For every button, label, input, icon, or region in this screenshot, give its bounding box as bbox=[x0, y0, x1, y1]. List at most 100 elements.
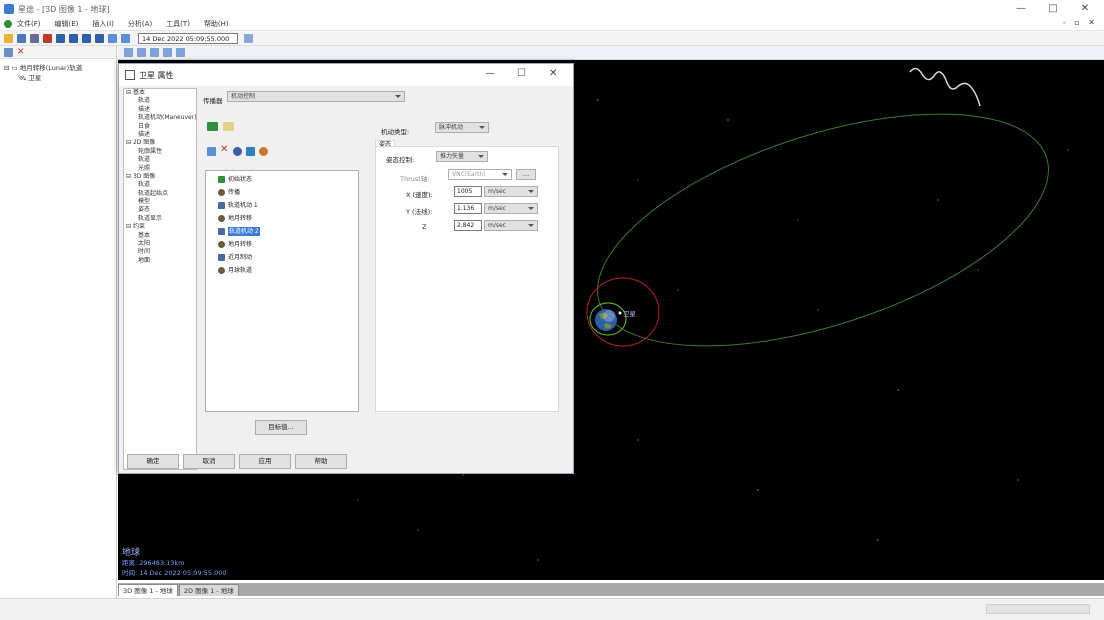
list-item[interactable]: 近月制动 bbox=[218, 253, 252, 262]
segment-options-icon[interactable] bbox=[259, 147, 268, 156]
dialog-minimize-button[interactable]: — bbox=[485, 68, 495, 79]
tree-node[interactable]: 日食 bbox=[124, 123, 196, 131]
maneuver-type-label: 机动类型: bbox=[381, 128, 410, 136]
tree-node[interactable]: ⊟ 基本 bbox=[124, 89, 196, 97]
insert-object-icon[interactable] bbox=[30, 33, 39, 43]
speed-up-icon[interactable] bbox=[121, 33, 130, 43]
orientation-icon[interactable] bbox=[150, 48, 159, 57]
list-item[interactable]: 初始状态 bbox=[218, 175, 252, 184]
tree-node[interactable]: 地面 bbox=[124, 257, 196, 265]
tree-node[interactable]: 轨道 bbox=[124, 181, 196, 189]
step-forward-icon[interactable] bbox=[95, 33, 104, 43]
x-velocity-field[interactable]: 1005 bbox=[454, 186, 482, 197]
new-icon[interactable] bbox=[4, 33, 13, 43]
ok-button[interactable]: 确定 bbox=[127, 454, 179, 469]
tree-node[interactable]: 轨道机动(Maneuver) bbox=[124, 114, 197, 122]
tree-node[interactable]: ⊟ 2D 图像 bbox=[124, 139, 196, 147]
propagator-select[interactable]: 机动控制 bbox=[227, 91, 405, 102]
tree-node[interactable]: 基本 bbox=[124, 232, 196, 240]
list-item[interactable]: 轨道机动 2 bbox=[218, 227, 260, 236]
tree-node[interactable]: 轨道显示 bbox=[124, 215, 196, 223]
list-item[interactable]: 轨道机动 1 bbox=[218, 201, 258, 210]
thrust-axes-select[interactable]: VNC(Earth) bbox=[448, 169, 512, 180]
help-button[interactable]: 帮助 bbox=[295, 454, 347, 469]
pan-icon[interactable] bbox=[163, 48, 172, 57]
z-unit-select[interactable]: m/sec bbox=[484, 220, 538, 231]
tree-node[interactable]: 时间 bbox=[124, 248, 196, 256]
browser-toolbar: ✕ bbox=[0, 46, 116, 59]
tree-node[interactable]: 模型 bbox=[124, 198, 196, 206]
maximize-button[interactable]: □ bbox=[1038, 2, 1068, 16]
z-field[interactable]: 2.842 bbox=[454, 220, 482, 231]
earth-highlight bbox=[603, 310, 615, 322]
menu-tools[interactable]: 工具(T) bbox=[166, 19, 190, 29]
minimize-button[interactable]: — bbox=[1006, 2, 1036, 16]
time-settings-icon[interactable] bbox=[244, 33, 253, 43]
animation-time-field[interactable]: 14 Dec 2022 05:09:55.000 bbox=[138, 32, 238, 44]
initial-state-icon bbox=[218, 176, 225, 183]
tree-node[interactable]: 太阳 bbox=[124, 240, 196, 248]
satellite-marker[interactable] bbox=[618, 311, 622, 315]
tree-node[interactable]: 光照 bbox=[124, 165, 196, 173]
play-icon[interactable] bbox=[82, 33, 91, 43]
maneuver-type-select[interactable]: 脉冲机动 bbox=[435, 122, 489, 133]
list-item[interactable]: 地月转移 bbox=[218, 240, 252, 249]
mdi-window-controls[interactable]: - ▫ ✕ bbox=[1063, 18, 1098, 27]
menu-edit[interactable]: 编辑(E) bbox=[55, 19, 79, 29]
summary-icon[interactable] bbox=[223, 122, 234, 131]
select-icon[interactable] bbox=[176, 48, 185, 57]
list-item[interactable]: 传播 bbox=[218, 188, 240, 197]
tree-satellite[interactable]: 🛰 卫星 bbox=[0, 73, 116, 83]
app-icon bbox=[4, 4, 14, 14]
tree-node[interactable]: 描述 bbox=[124, 106, 196, 114]
thrust-axes-browse-button[interactable]: … bbox=[516, 169, 536, 180]
run-icon[interactable] bbox=[207, 122, 218, 131]
step-back-icon[interactable] bbox=[56, 33, 65, 43]
menu-help[interactable]: 帮助(H) bbox=[204, 19, 229, 29]
tree-scenario[interactable]: ⊟ ▭ 地月转移(Lunar)轨道 bbox=[0, 63, 116, 73]
attitude-control-label: 姿态控制: bbox=[386, 156, 415, 164]
reset-icon[interactable] bbox=[43, 33, 52, 43]
maneuver-icon bbox=[218, 228, 225, 235]
menu-insert[interactable]: 插入(I) bbox=[92, 19, 114, 29]
save-icon[interactable] bbox=[17, 33, 26, 43]
properties-icon[interactable] bbox=[4, 47, 13, 57]
view-toolbar bbox=[118, 46, 1104, 60]
slow-down-icon[interactable] bbox=[108, 33, 117, 43]
dialog-maximize-button[interactable]: ☐ bbox=[517, 68, 526, 79]
zoom-icon[interactable] bbox=[137, 48, 146, 57]
tab-2d-view[interactable]: 2D 图像 1 - 地球 bbox=[178, 584, 239, 596]
pause-icon[interactable] bbox=[69, 33, 78, 43]
segment-globe-icon[interactable] bbox=[233, 147, 242, 156]
tree-node[interactable]: 轮廓属性 bbox=[124, 148, 196, 156]
tree-node[interactable]: ⊟ 3D 图像 bbox=[124, 173, 196, 181]
thrust-axes-label: Thrust轴: bbox=[400, 175, 430, 183]
apply-button[interactable]: 应用 bbox=[239, 454, 291, 469]
segment-properties-icon[interactable] bbox=[246, 147, 255, 156]
menu-file[interactable]: 文件(F) bbox=[17, 19, 41, 29]
tree-node[interactable]: 轨道起始点 bbox=[124, 190, 196, 198]
delete-segment-icon[interactable]: ✕ bbox=[220, 144, 228, 155]
tree-node[interactable]: 轨道 bbox=[124, 156, 196, 164]
cancel-button[interactable]: 取消 bbox=[183, 454, 235, 469]
dialog-close-button[interactable]: ✕ bbox=[549, 68, 557, 79]
list-item[interactable]: 地月转移 bbox=[218, 214, 252, 223]
list-item[interactable]: 月球轨道 bbox=[218, 266, 252, 275]
delete-icon[interactable]: ✕ bbox=[17, 47, 25, 57]
attitude-control-select[interactable]: 推力矢量 bbox=[436, 151, 488, 162]
menu-analysis[interactable]: 分析(A) bbox=[128, 19, 152, 29]
tab-3d-view[interactable]: 3D 图像 1 - 地球 bbox=[118, 584, 178, 596]
tree-node[interactable]: ⊟ 约束 bbox=[124, 223, 196, 231]
z-label: Z bbox=[422, 223, 427, 231]
close-button[interactable]: ✕ bbox=[1070, 2, 1100, 16]
x-unit-select[interactable]: m/sec bbox=[484, 186, 538, 197]
tree-node[interactable]: 姿态 bbox=[124, 206, 196, 214]
insert-segment-icon[interactable] bbox=[207, 147, 216, 156]
target-sequence-button[interactable]: 目标值... bbox=[255, 420, 307, 435]
home-view-icon[interactable] bbox=[124, 48, 133, 57]
y-normal-field[interactable]: 1.136 bbox=[454, 203, 482, 214]
app-globe-icon bbox=[4, 20, 12, 28]
object-browser: ✕ ⊟ ▭ 地月转移(Lunar)轨道 🛰 卫星 bbox=[0, 46, 117, 598]
y-unit-select[interactable]: m/sec bbox=[484, 203, 538, 214]
tree-node[interactable]: 轨道 bbox=[124, 97, 196, 105]
